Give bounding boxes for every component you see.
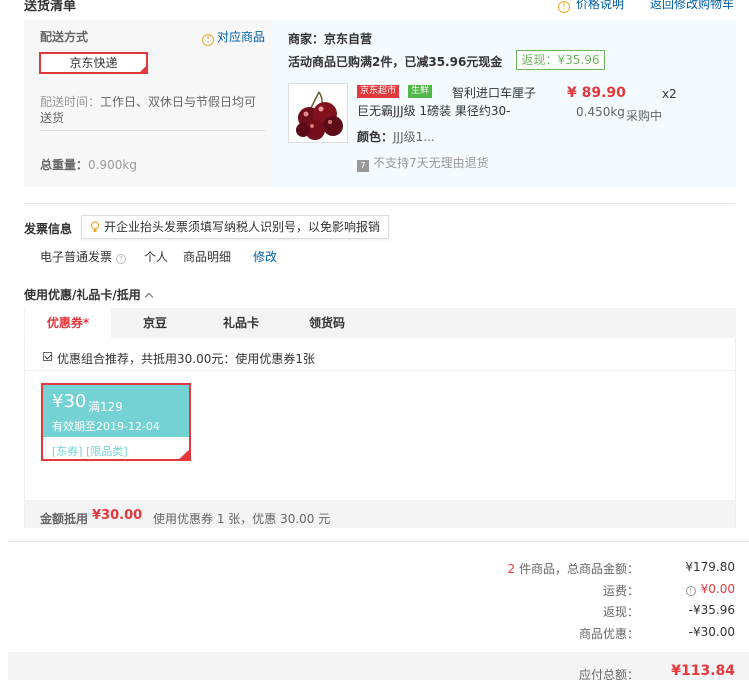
- section-title: 送货清单: [24, 0, 77, 14]
- total-payable-label: 应付总额：: [578, 668, 639, 680]
- divider: [24, 203, 735, 204]
- coupon-condition: 满129: [88, 400, 123, 414]
- no-return-icon: 7: [357, 160, 369, 172]
- rebate-value: -¥35.96: [688, 603, 735, 617]
- fresh-tag: 生鲜: [408, 85, 433, 98]
- product-price: ¥ 89.90: [567, 85, 626, 101]
- invoice-tip-text: 开企业抬头发票须填写纳税人识别号，以免影响报销: [104, 220, 381, 234]
- no-return-notice: 7 不支持7天无理由退货: [357, 154, 489, 172]
- back-to-cart-link[interactable]: 返回修改购物车: [650, 0, 734, 12]
- price-explain-label: 价格说明: [576, 0, 625, 11]
- tab-jingdou[interactable]: 京豆: [112, 308, 198, 338]
- combo-recommend-checkbox[interactable]: [43, 352, 52, 361]
- related-goods-label: 对应商品: [217, 30, 266, 44]
- items-total-value: ¥179.80: [685, 560, 735, 574]
- invoice-type-label: 电子普通发票: [40, 250, 113, 264]
- deduct-description: 使用优惠券 1 张，优惠 30.00 元: [153, 512, 331, 526]
- related-goods-link[interactable]: ! 对应商品: [202, 28, 265, 46]
- total-payable-value: ¥113.84: [671, 663, 735, 679]
- items-total-label: 2 件商品，总商品金额：: [508, 560, 639, 577]
- invoice-type: 电子普通发票?: [40, 248, 127, 265]
- invoice-personal: 个人: [144, 250, 169, 264]
- invoice-title: 发票信息: [24, 222, 73, 236]
- shipping-fee-value: ¥0.00: [700, 582, 735, 596]
- selected-check-icon: [177, 448, 191, 461]
- express-label: 京东快递: [69, 56, 118, 70]
- total-weight: 总重量：0.900kg: [40, 156, 137, 173]
- promo-text: 活动商品已购满2件，已减35.96元现金: [288, 55, 503, 69]
- shipping-fee-label: 运费：: [602, 584, 639, 598]
- coupon-section-title: 使用优惠/礼品卡/抵用: [24, 288, 141, 302]
- discount-value: -¥30.00: [688, 625, 735, 639]
- invoice-edit-link[interactable]: 修改: [253, 248, 277, 265]
- rebate-label: 返现：: [602, 605, 639, 619]
- merchant-name: 商家：京东自营: [288, 32, 373, 46]
- tab-pickup-code[interactable]: 领货码: [284, 308, 370, 338]
- divider: [40, 130, 265, 131]
- deduct-value: ¥30.00: [92, 508, 143, 523]
- product-status: 采购中: [626, 109, 663, 123]
- help-icon[interactable]: ?: [116, 254, 127, 264]
- delivery-time: 配送时间：工作日、双休日与节假日均可送货: [40, 94, 260, 126]
- rebate-badge: 返现：¥35.96: [516, 50, 605, 70]
- lightbulb-icon: [90, 221, 100, 232]
- tab-coupon[interactable]: 优惠券*: [25, 308, 111, 338]
- discount-label: 商品优惠：: [578, 627, 639, 641]
- jd-express-option[interactable]: 京东快递: [39, 52, 148, 74]
- invoice-detail: 商品明细: [183, 250, 232, 264]
- divider: [8, 541, 749, 542]
- total-weight-value: 0.900kg: [88, 158, 137, 172]
- product-color-value: JJJ级1...: [393, 130, 435, 144]
- delivery-time-label: 配送时间：: [40, 95, 101, 109]
- price-explain-link[interactable]: ! 价格说明: [558, 0, 624, 13]
- product-image[interactable]: [288, 83, 348, 143]
- total-weight-label: 总重量：: [40, 158, 89, 172]
- product-color: 颜色：JJJ级1...: [357, 128, 435, 145]
- product-weight: 0.450kg: [576, 105, 625, 119]
- product-color-label: 颜色：: [357, 130, 394, 144]
- tab-giftcard[interactable]: 礼品卡: [198, 308, 284, 338]
- shipping-method-title: 配送方式: [40, 30, 89, 44]
- selected-check-icon: [138, 64, 148, 74]
- combo-recommend-text: 优惠组合推荐，共抵用30.00元：使用优惠券1张: [57, 352, 315, 366]
- shipping-fee: ! ¥0.00: [685, 582, 735, 596]
- invoice-tip: 开企业抬头发票须填写纳税人识别号，以免影响报销: [81, 215, 390, 239]
- deduct-label: 金额抵用: [40, 512, 89, 526]
- divider: [25, 370, 735, 371]
- coupon-validity: 有效期至2019-12-04: [52, 420, 160, 433]
- coupon-section-toggle[interactable]: 使用优惠/礼品卡/抵用: [24, 286, 154, 303]
- info-icon: !: [202, 34, 214, 46]
- chevron-up-icon: [144, 292, 154, 302]
- no-return-label: 不支持7天无理由退货: [373, 156, 489, 170]
- jd-supermarket-tag: 京东超市: [357, 85, 400, 98]
- coupon-tags: [东券] [限品类]: [52, 445, 128, 458]
- info-icon[interactable]: !: [685, 586, 696, 596]
- info-icon: !: [558, 1, 570, 13]
- cherry-image: [289, 84, 347, 142]
- items-label-text: 件商品，总商品金额：: [515, 562, 639, 576]
- product-qty: x2: [662, 87, 677, 101]
- coupon-amount: ¥30: [52, 391, 87, 412]
